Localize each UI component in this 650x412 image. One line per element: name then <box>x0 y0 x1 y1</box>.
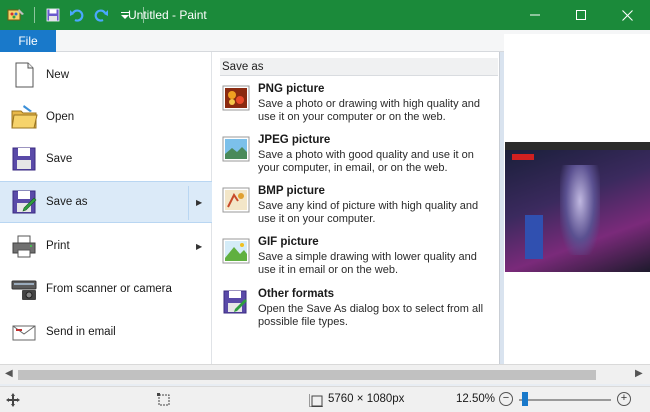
jpeg-picture-icon <box>222 136 250 162</box>
option-description: Save any kind of picture with high quali… <box>258 200 479 225</box>
menu-item-open[interactable]: Open <box>0 96 212 138</box>
file-menu: New Open Save Save as ▶ Print ▶ From sca… <box>0 52 212 364</box>
zoom-out-button[interactable]: − <box>499 392 513 406</box>
save-disk-icon <box>10 145 38 173</box>
menu-item-send-email[interactable]: Send in email <box>0 311 212 353</box>
save-as-panel: Save as PNG picture Save a photo or draw… <box>212 52 500 364</box>
zoom-in-button[interactable]: + <box>617 392 631 406</box>
option-description: Save a simple drawing with lower quality… <box>258 251 477 276</box>
title-bar: Untitled - Paint <box>0 0 650 30</box>
status-bar: 5760 × 1080px 12.50% − + <box>0 386 650 412</box>
chevron-right-icon: ▶ <box>196 197 203 207</box>
close-icon[interactable] <box>604 0 650 30</box>
save-as-icon <box>10 188 38 216</box>
option-description: Open the Save As dialog box to select fr… <box>258 303 484 328</box>
move-cursor-icon <box>6 393 20 410</box>
option-title: JPEG picture <box>258 134 331 146</box>
new-file-icon <box>10 61 38 89</box>
printer-icon <box>10 232 38 260</box>
bmp-picture-icon <box>222 187 250 213</box>
other-formats-icon <box>222 290 250 316</box>
image-size-icon <box>308 393 323 410</box>
option-title: GIF picture <box>258 236 319 248</box>
canvas-image-logo <box>512 154 534 160</box>
menu-item-label: Save as <box>46 196 88 208</box>
gif-picture-icon <box>222 238 250 264</box>
canvas-image-character <box>560 165 600 255</box>
maximize-icon[interactable] <box>558 0 604 30</box>
quick-access-toolbar <box>6 5 148 25</box>
menu-item-new[interactable]: New <box>0 54 212 96</box>
menu-item-scanner[interactable]: From scanner or camera <box>0 268 212 310</box>
window-title: Untitled - Paint <box>128 8 207 22</box>
menu-item-label: Print <box>46 240 70 252</box>
selection-size-icon <box>157 393 171 410</box>
minimize-icon[interactable] <box>512 0 558 30</box>
menu-item-label: Open <box>46 111 75 123</box>
option-title: Other formats <box>258 288 335 300</box>
save-as-gif[interactable]: GIF picture Save a simple drawing with l… <box>218 236 498 286</box>
save-as-bmp[interactable]: BMP picture Save any kind of picture wit… <box>218 185 498 235</box>
menu-item-save[interactable]: Save <box>0 138 212 180</box>
open-folder-icon <box>10 103 38 131</box>
file-tab[interactable]: File <box>0 30 56 52</box>
save-as-png[interactable]: PNG picture Save a photo or drawing with… <box>218 83 498 133</box>
canvas-image-cover <box>525 215 543 259</box>
menu-item-label: From scanner or camera <box>46 283 172 295</box>
save-as-header: Save as <box>220 58 498 76</box>
chevron-right-icon: ▶ <box>196 241 203 251</box>
scroll-left-icon[interactable]: ◀ <box>5 368 13 379</box>
png-picture-icon <box>222 85 250 111</box>
menu-item-label: New <box>46 69 70 81</box>
scanner-icon <box>10 275 38 303</box>
option-title: PNG picture <box>258 83 325 95</box>
paint-app-icon[interactable] <box>6 5 26 25</box>
save-as-other-formats[interactable]: Other formats Open the Save As dialog bo… <box>218 288 498 338</box>
submenu-divider <box>188 186 189 220</box>
menu-item-save-as[interactable]: Save as ▶ <box>0 181 212 223</box>
option-description: Save a photo with good quality and use i… <box>258 149 474 174</box>
save-icon[interactable] <box>43 5 63 25</box>
undo-icon[interactable] <box>67 5 87 25</box>
image-size-text: 5760 × 1080px <box>328 393 405 405</box>
redo-icon[interactable] <box>91 5 111 25</box>
zoom-slider-thumb[interactable] <box>521 392 528 406</box>
menu-item-label: Save <box>46 153 73 165</box>
zoom-slider[interactable] <box>519 399 611 401</box>
email-icon <box>10 318 38 346</box>
scrollbar-thumb[interactable] <box>18 370 596 380</box>
option-description: Save a photo or drawing with high qualit… <box>258 98 480 123</box>
menu-item-label: Send in email <box>46 326 116 338</box>
zoom-level-text: 12.50% <box>456 393 496 405</box>
toolbar-separator <box>34 7 35 23</box>
menu-item-print[interactable]: Print ▶ <box>0 225 212 267</box>
horizontal-scrollbar[interactable]: ◀ ▶ <box>0 364 650 384</box>
scroll-right-icon[interactable]: ▶ <box>635 368 643 379</box>
canvas-image-header <box>505 142 650 150</box>
save-as-jpeg[interactable]: JPEG picture Save a photo with good qual… <box>218 134 498 184</box>
option-title: BMP picture <box>258 185 325 197</box>
